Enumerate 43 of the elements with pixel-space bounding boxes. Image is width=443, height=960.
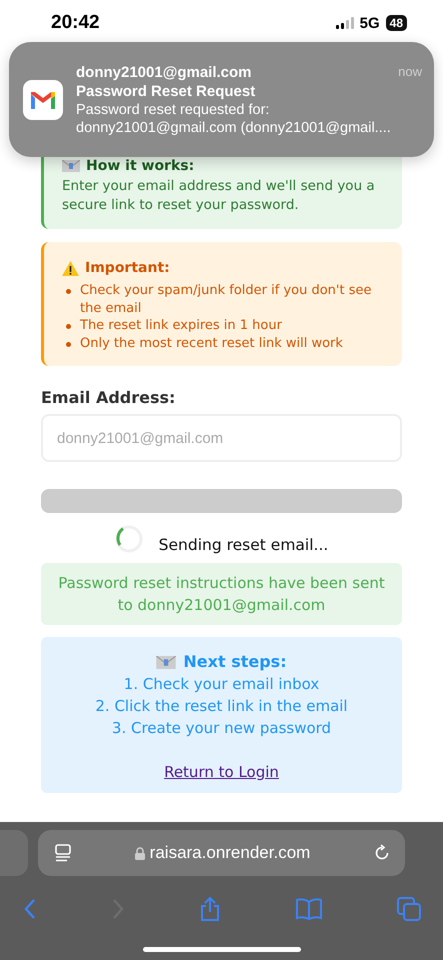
- mail-app-icon: [23, 80, 63, 120]
- bullet-icon: [66, 324, 71, 329]
- notification-banner[interactable]: donny21001@gmail.com now Password Reset Request Password reset requested for: donny21001@gmail.com (donny21001@gmail....: [9, 42, 434, 157]
- warning-icon: [62, 260, 79, 276]
- lock-icon: [134, 846, 145, 860]
- warning-item: Check your spam/junk folder if you don't see the email: [80, 282, 372, 317]
- home-indicator[interactable]: [143, 947, 301, 952]
- warning-title: Important:: [85, 260, 170, 276]
- url-text: raisara.onrender.com: [150, 843, 310, 863]
- back-icon[interactable]: [23, 898, 37, 920]
- envelope-icon: [62, 160, 80, 172]
- clock-time: 20:42: [51, 12, 100, 34]
- next-steps-title: Next steps:: [183, 651, 287, 673]
- step-text: 2. Click the reset link in the email: [95, 696, 348, 717]
- info-text: Enter your email address and we'll send you a secure link to reset your password.: [62, 177, 376, 215]
- tabs-icon[interactable]: [397, 897, 421, 921]
- email-field[interactable]: donny21001@gmail.com: [41, 414, 402, 462]
- loading-spinner-icon: [114, 525, 143, 553]
- notification-body: donny21001@gmail.com (donny21001@gmail....: [76, 120, 392, 136]
- bullet-icon: [66, 342, 71, 346]
- address-bar[interactable]: raisara.onrender.com: [38, 830, 405, 876]
- info-title: How it works:: [86, 158, 194, 174]
- signal-icon: [336, 17, 354, 29]
- warning-item: Only the most recent reset link will work: [80, 334, 343, 352]
- warning-item: The reset link expires in 1 hour: [80, 317, 282, 334]
- step-text: 1. Check your email inbox: [124, 674, 320, 695]
- bullet-icon: [66, 289, 71, 294]
- battery-level: 48: [386, 15, 407, 31]
- share-icon[interactable]: [199, 896, 221, 922]
- return-link[interactable]: Return to Login: [164, 761, 279, 783]
- notification-time: now: [398, 64, 422, 80]
- reload-icon[interactable]: [372, 844, 391, 862]
- email-label: Email Address:: [41, 388, 176, 407]
- notification-body: Password reset requested for:: [76, 102, 270, 118]
- envelope-icon: [156, 656, 176, 668]
- step-text: 3. Create your new password: [112, 718, 332, 739]
- reader-icon[interactable]: [54, 844, 72, 862]
- book-icon[interactable]: [295, 898, 323, 920]
- notification-sender: donny21001@gmail.com: [76, 64, 252, 80]
- success-message: Password reset instructions have been sent to donny21001@gmail.com: [41, 563, 402, 625]
- network-label: 5G: [360, 14, 380, 32]
- loading-text: Sending reset email...: [158, 536, 328, 554]
- notification-title: Password Reset Request: [76, 82, 256, 100]
